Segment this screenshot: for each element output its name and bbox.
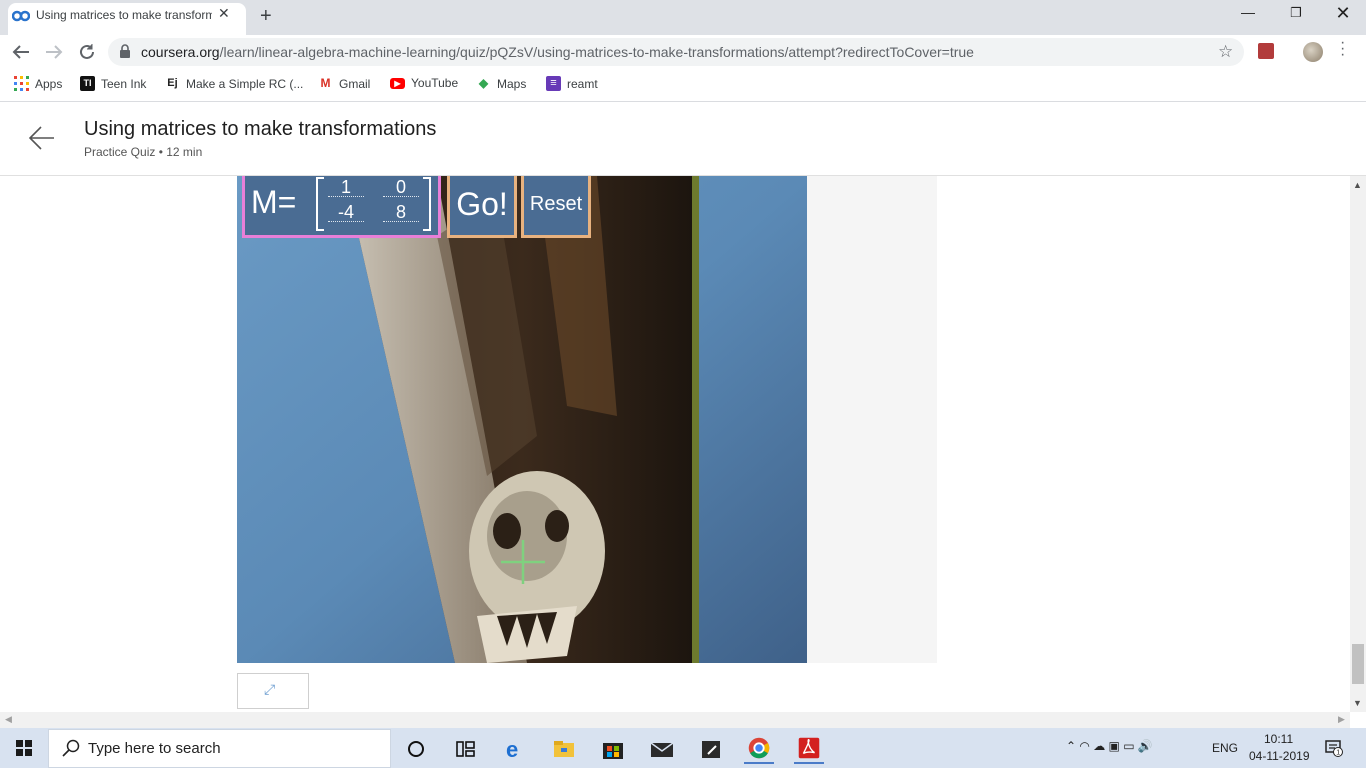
scroll-down-icon[interactable]: ▼ — [1353, 698, 1362, 708]
expand-icon: ⤢ — [264, 681, 276, 697]
bookmark-apps[interactable]: Apps — [14, 76, 62, 91]
side-panel — [807, 176, 937, 663]
horizontal-scrollbar[interactable] — [0, 712, 1350, 728]
matrix-label: M= — [251, 184, 297, 220]
bookmark-label: Maps — [497, 76, 527, 91]
bookmark-star-icon[interactable]: ☆ — [1218, 42, 1233, 62]
matrix-cell-a[interactable]: 1 — [328, 177, 364, 197]
teen-ink-icon: TI — [80, 76, 95, 91]
acrobat-reader-icon[interactable] — [794, 734, 824, 764]
cortana-icon[interactable] — [402, 734, 432, 764]
bookmark-label: Make a Simple RC (... — [186, 76, 304, 91]
page-title: Using matrices to make transformations — [84, 118, 437, 140]
vertical-scroll-thumb[interactable] — [1352, 644, 1364, 684]
notification-center-icon[interactable]: 1 — [1325, 739, 1343, 757]
new-tab-button[interactable]: + — [260, 5, 272, 28]
browser-menu-icon[interactable]: · · · — [1340, 35, 1345, 63]
coursera-favicon-icon — [12, 10, 30, 22]
matrix-cell-b[interactable]: 0 — [383, 177, 419, 197]
matrix-cell-d[interactable]: 8 — [383, 202, 419, 222]
reamt-icon: ≡ — [546, 76, 561, 91]
url-host: coursera.org — [141, 44, 220, 60]
back-arrow-icon[interactable] — [12, 44, 30, 60]
ej-icon: Ej — [167, 77, 178, 89]
bookmark-maps[interactable]: ◆ Maps — [476, 76, 526, 91]
pdf-extension-icon[interactable] — [1258, 43, 1274, 59]
windows-start-icon[interactable] — [16, 740, 32, 756]
language-indicator[interactable]: ENG — [1212, 741, 1238, 755]
bookmark-reamt[interactable]: ≡ reamt — [546, 76, 598, 91]
chrome-icon[interactable] — [744, 734, 774, 764]
expand-button[interactable]: ⤢ — [237, 673, 309, 709]
maximize-button[interactable]: ❐ — [1286, 5, 1306, 21]
bookmark-label: YouTube — [411, 76, 459, 90]
search-placeholder: Type here to search — [88, 740, 221, 757]
sticky-app-icon[interactable] — [696, 734, 726, 764]
bookmark-make-rc[interactable]: Ej Make a Simple RC (... — [165, 76, 303, 91]
transformation-canvas[interactable] — [237, 176, 807, 663]
go-button[interactable]: Go! — [447, 176, 517, 238]
youtube-icon: ▶ — [390, 77, 405, 89]
bookmark-gmail[interactable]: M Gmail — [318, 76, 371, 91]
gmail-icon: M — [320, 76, 331, 90]
apps-grid-icon — [14, 76, 29, 91]
bookmark-youtube[interactable]: ▶ YouTube — [390, 76, 458, 90]
bookmark-label: Teen Ink — [101, 76, 147, 91]
forward-arrow-icon[interactable] — [45, 44, 63, 60]
reload-icon[interactable] — [78, 43, 96, 61]
scroll-up-icon[interactable]: ▲ — [1353, 180, 1362, 190]
file-explorer-icon[interactable] — [549, 734, 579, 764]
notification-count: 1 — [1336, 750, 1340, 757]
scroll-right-icon[interactable]: ▶ — [1338, 714, 1345, 725]
minimize-button[interactable]: — — [1238, 4, 1258, 20]
page-subtitle: Practice Quiz • 12 min — [84, 145, 203, 159]
profile-avatar[interactable] — [1303, 42, 1323, 62]
tab-close-icon[interactable]: ✕ — [218, 5, 230, 22]
task-view-icon[interactable] — [450, 734, 480, 764]
edge-browser-icon[interactable]: e — [500, 734, 530, 764]
bookmark-label: Apps — [35, 76, 63, 91]
url-text[interactable]: coursera.org/learn/linear-algebra-machin… — [141, 44, 974, 60]
close-window-button[interactable]: ✕ — [1333, 3, 1353, 24]
matrix-cell-c[interactable]: -4 — [328, 202, 364, 222]
clock-time[interactable]: 10:11 — [1264, 732, 1293, 746]
matrix-bracket-left — [316, 177, 324, 231]
clock-date[interactable]: 04-11-2019 — [1249, 749, 1310, 763]
bookmark-teen-ink[interactable]: TI Teen Ink — [80, 76, 146, 91]
lock-icon — [120, 44, 130, 58]
url-path: /learn/linear-algebra-machine-learning/q… — [219, 44, 974, 60]
microsoft-store-icon[interactable] — [598, 734, 628, 764]
svg-text:e: e — [506, 737, 518, 762]
maps-icon: ◆ — [478, 76, 489, 90]
bookmark-label: reamt — [567, 76, 598, 91]
scroll-left-icon[interactable]: ◀ — [5, 714, 12, 725]
tab-title: Using matrices to make transform — [36, 8, 212, 22]
system-tray-icons[interactable]: ⌃ ◠ ☁ ▣ ▭ 🔊 — [1066, 739, 1153, 753]
mail-icon[interactable] — [647, 734, 677, 764]
search-icon — [62, 739, 80, 757]
vertical-scrollbar[interactable] — [1350, 176, 1366, 712]
bookmark-label: Gmail — [339, 76, 371, 91]
matrix-bracket-right — [423, 177, 431, 231]
back-arrow-icon[interactable] — [28, 124, 56, 152]
reset-button[interactable]: Reset — [521, 176, 591, 238]
